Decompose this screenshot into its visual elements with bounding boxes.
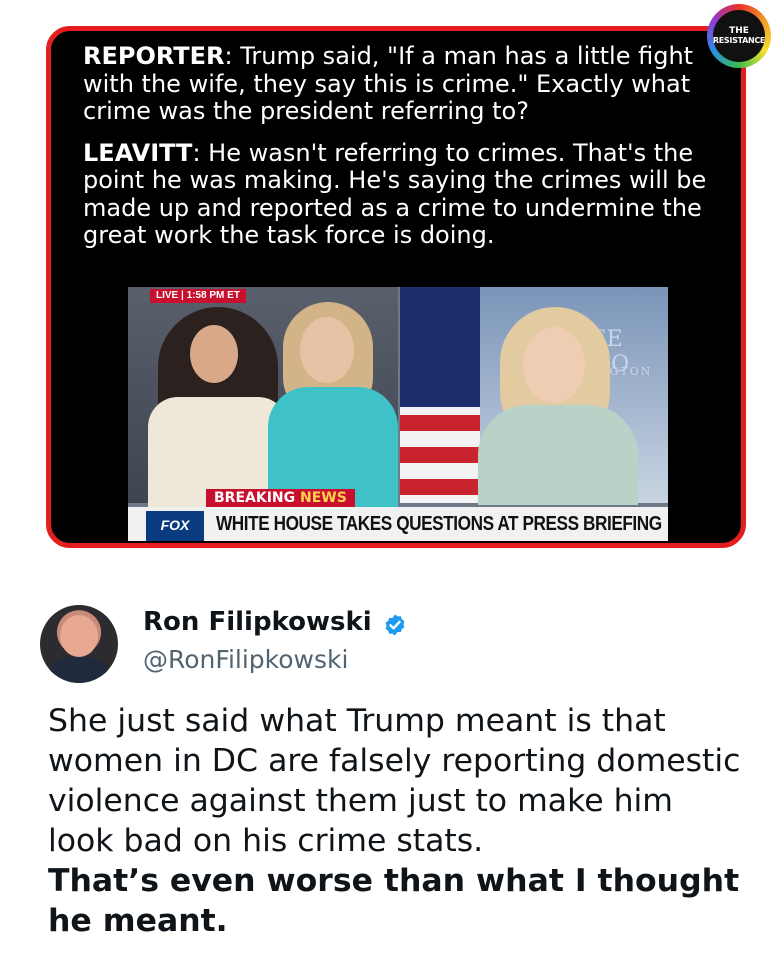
resistance-badge-icon: THE RESISTANCE	[707, 4, 771, 68]
avatar[interactable]	[40, 605, 118, 683]
avatar-shirt	[44, 657, 114, 683]
badge-inner: THE RESISTANCE	[713, 10, 765, 62]
badge-line-2: RESISTANCE	[712, 36, 766, 45]
left-camera-pane	[128, 287, 398, 507]
avatar-head	[60, 615, 98, 657]
tweet-emphasis-text: That’s even worse than what I thought he…	[48, 863, 740, 939]
speaker-face	[523, 327, 585, 403]
live-tag: LIVE | 1:58 PM ET	[150, 289, 246, 303]
breaking-news-banner: BREAKING NEWS	[206, 489, 355, 507]
badge-line-1: THE	[729, 26, 749, 36]
verified-badge-icon	[385, 614, 405, 636]
tweet-text: She just said what Trump meant is that w…	[48, 701, 748, 941]
user-handle[interactable]: @RonFilipkowski	[143, 643, 348, 677]
transcript-quote: REPORTER: Trump said, "If a man has a li…	[83, 42, 711, 264]
flag-canton	[400, 287, 480, 407]
display-name[interactable]: Ron Filipkowski	[143, 605, 372, 639]
quote-card: REPORTER: Trump said, "If a man has a li…	[46, 26, 746, 548]
chyron-headline: WHITE HOUSE TAKES QUESTIONS AT PRESS BRI…	[216, 513, 662, 535]
reporter-face	[190, 325, 238, 383]
speaker-body	[478, 405, 638, 505]
second-person-face	[300, 317, 354, 383]
leavitt-label: LEAVITT	[83, 138, 193, 167]
leavitt-paragraph: LEAVITT: He wasn't referring to crimes. …	[83, 138, 711, 250]
news-screenshot: TE HO NGTON LIVE | 1:58 PM ET BREAKING N…	[128, 287, 668, 541]
fox-news-logo: FOX NEWS	[146, 511, 204, 541]
breaking-label: BREAKING	[214, 490, 296, 506]
reporter-paragraph: REPORTER: Trump said, "If a man has a li…	[83, 42, 711, 126]
breaking-news-label: NEWS	[300, 490, 347, 506]
tweet-body-text: She just said what Trump meant is that w…	[48, 703, 741, 859]
reporter-label: REPORTER	[83, 42, 225, 70]
